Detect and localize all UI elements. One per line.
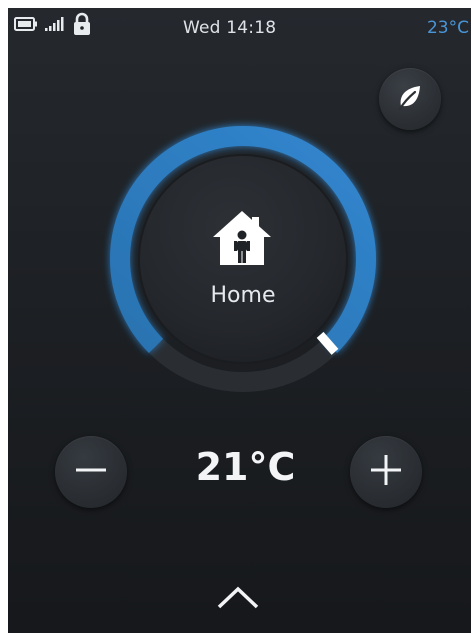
outdoor-temperature: 23°C <box>426 18 469 38</box>
setpoint-temperature: 21°C <box>195 445 296 489</box>
increase-temperature-button[interactable] <box>350 436 422 508</box>
lock-icon <box>72 12 92 36</box>
leaf-icon <box>395 82 425 117</box>
mode-label: Home <box>210 283 276 308</box>
temperature-dial[interactable]: Home <box>93 113 393 413</box>
status-bar: Wed 14:18 23°C <box>8 8 471 52</box>
thermostat-display: Wed 14:18 23°C Home 21°C <box>8 8 471 633</box>
menu-expand-button[interactable] <box>213 583 263 613</box>
signal-icon <box>44 16 66 32</box>
screen: Wed 14:18 23°C Home 21°C <box>0 0 471 633</box>
chevron-up-icon <box>213 586 263 617</box>
date-time: Wed 14:18 <box>183 18 277 38</box>
status-icons <box>14 12 92 36</box>
home-person-icon <box>209 207 275 269</box>
battery-icon <box>14 16 38 32</box>
decrease-temperature-button[interactable] <box>55 436 127 508</box>
plus-icon <box>369 453 403 492</box>
minus-icon <box>74 453 108 492</box>
